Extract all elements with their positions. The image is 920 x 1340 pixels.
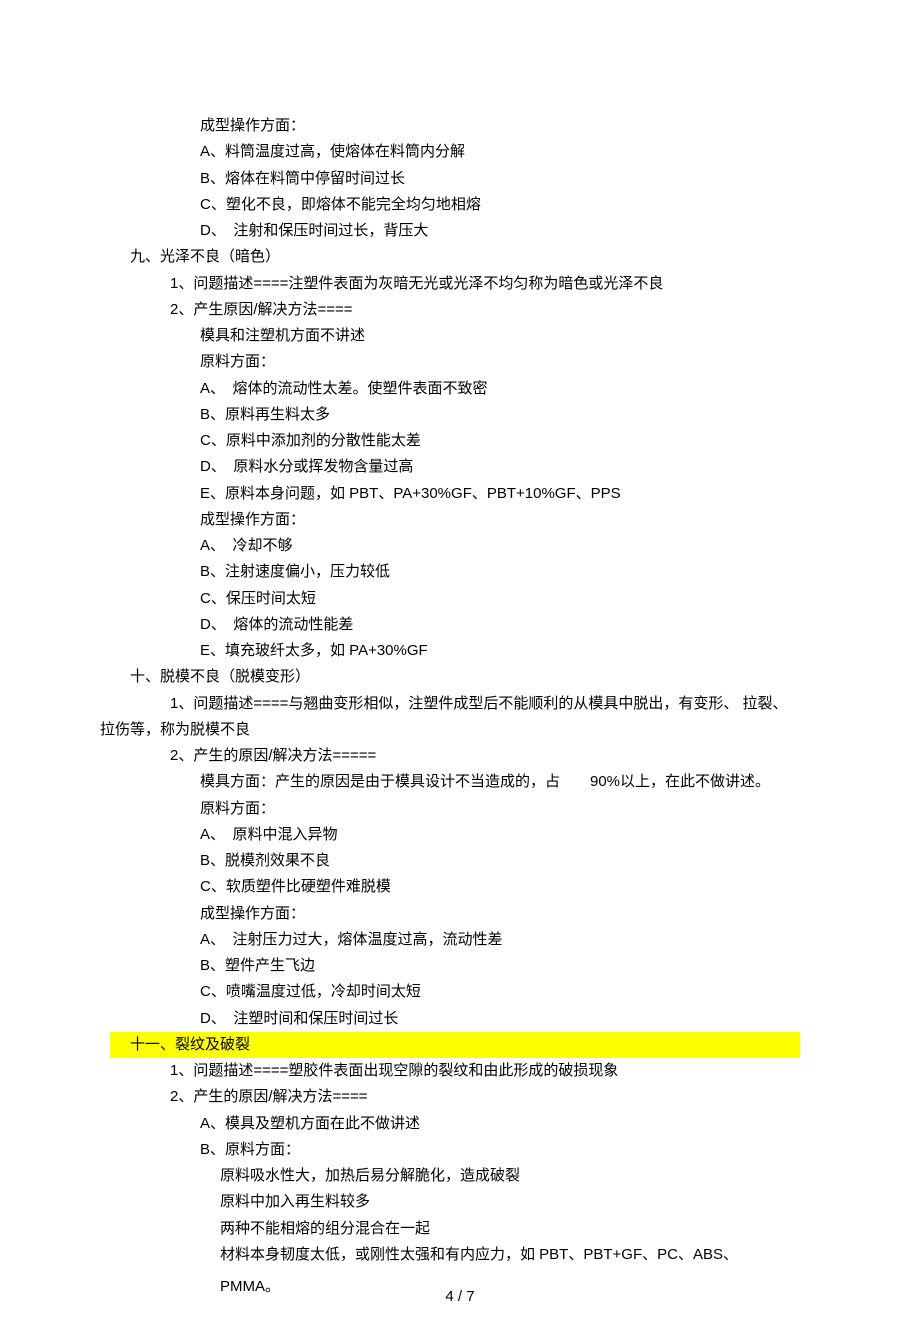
section-9-title: 九、光泽不良（暗色） [130,244,800,270]
section-9-ops-b: B、注射速度偏小，压力较低 [130,559,800,585]
section-10-ops-a: A、 注射压力过大，熔体温度过高，流动性差 [130,927,800,953]
section-11-b2: 原料中加入再生料较多 [130,1189,800,1215]
section-11-cause: 2、产生的原因/解决方法==== [130,1084,800,1110]
section-9-ops-header: 成型操作方面： [130,507,800,533]
section-10-ops-header: 成型操作方面： [130,901,800,927]
section-9-mat-e: E、原料本身问题，如 PBT、PA+30%GF、PBT+10%GF、PPS [130,481,800,507]
pre-item-a: A、料筒温度过高，使熔体在料筒内分解 [130,139,800,165]
section-9-ops-a: A、 冷却不够 [130,533,800,559]
section-10-mat-a: A、 原料中混入异物 [130,822,800,848]
section-11-item-a: A、模具及塑机方面在此不做讲述 [130,1111,800,1137]
section-11-desc: 1、问题描述====塑胶件表面出现空隙的裂纹和由此形成的破损现象 [130,1058,800,1084]
section-11-b4: 材料本身韧度太低，或刚性太强和有内应力，如 PBT、PBT+GF、PC、ABS、 [130,1242,800,1268]
section-9-note: 模具和注塑机方面不讲述 [130,323,800,349]
page-footer: 4 / 7 [0,1284,920,1310]
section-10-ops-c: C、喷嘴温度过低，冷却时间太短 [130,979,800,1005]
section-10-desc-cont: 拉伤等，称为脱模不良 [100,717,800,743]
section-9-cause: 2、产生原因/解决方法==== [130,297,800,323]
section-10-title: 十、脱模不良（脱模变形） [130,664,800,690]
section-9-mat-b: B、原料再生料太多 [130,402,800,428]
pre-item-c: C、塑化不良，即熔体不能完全均匀地相熔 [130,192,800,218]
section-11-b1: 原料吸水性大，加热后易分解脆化，造成破裂 [130,1163,800,1189]
section-10-ops-b: B、塑件产生飞边 [130,953,800,979]
section-10-ops-d: D、 注塑时间和保压时间过长 [130,1006,800,1032]
section-10-mold-note: 模具方面：产生的原因是由于模具设计不当造成的，占 90%以上，在此不做讲述。 [130,769,800,795]
pre-item-b: B、熔体在料筒中停留时间过长 [130,166,800,192]
pre-item-d: D、 注射和保压时间过长，背压大 [130,218,800,244]
section-11-item-b-header: B、原料方面： [130,1137,800,1163]
section-10-cause: 2、产生的原因/解决方法===== [130,743,800,769]
section-9-mat-c: C、原料中添加剂的分散性能太差 [130,428,800,454]
section-11-title-highlight: 十一、裂纹及破裂 [110,1032,800,1058]
section-9-ops-e: E、填充玻纤太多，如 PA+30%GF [130,638,800,664]
section-9-ops-c: C、保压时间太短 [130,586,800,612]
section-9-desc: 1、问题描述====注塑件表面为灰暗无光或光泽不均匀称为暗色或光泽不良 [130,271,800,297]
pre-ops-header: 成型操作方面： [130,113,800,139]
section-9-mat-a: A、 熔体的流动性太差。使塑件表面不致密 [130,376,800,402]
document-page: 成型操作方面： A、料筒温度过高，使熔体在料筒内分解 B、熔体在料筒中停留时间过… [0,0,920,1340]
section-10-desc: 1、问题描述====与翘曲变形相似，注塑件成型后不能顺利的从模具中脱出，有变形、… [130,691,800,717]
section-9-mat-header: 原料方面： [130,349,800,375]
section-10-mat-c: C、软质塑件比硬塑件难脱模 [130,874,800,900]
section-10-mat-b: B、脱模剂效果不良 [130,848,800,874]
section-9-mat-d: D、 原料水分或挥发物含量过高 [130,454,800,480]
section-9-ops-d: D、 熔体的流动性能差 [130,612,800,638]
section-11-b3: 两种不能相熔的组分混合在一起 [130,1216,800,1242]
section-10-mat-header: 原料方面： [130,796,800,822]
